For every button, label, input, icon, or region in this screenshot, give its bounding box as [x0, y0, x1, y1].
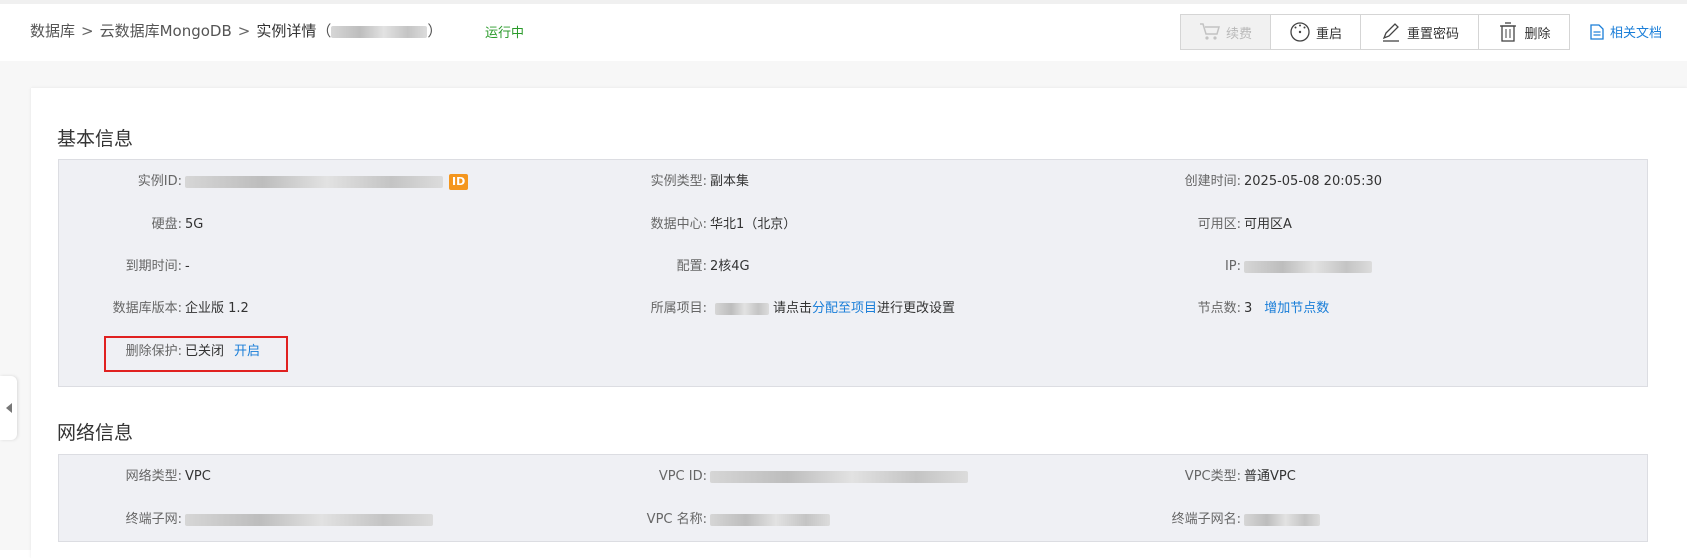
delete-button[interactable]: 删除 — [1479, 15, 1569, 49]
renew-label: 续费 — [1225, 26, 1252, 42]
info-row: 硬盘: 5G 数据中心: 华北1（北京） 可用区: 可用区A — [59, 215, 1647, 235]
caret-left-icon — [5, 403, 12, 413]
basic-info-panel: 实例ID: ID 实例类型: 副本集 创建时间: 2025-05-08 20:0… — [58, 159, 1648, 387]
subnet-name-redacted — [1244, 514, 1320, 526]
renew-button[interactable]: 续费 — [1181, 15, 1271, 49]
info-row: 终端子网: VPC 名称: 终端子网名: — [59, 510, 1647, 530]
breadcrumb-paren-open: （ — [316, 22, 332, 40]
info-row: 网络类型: VPC VPC ID: VPC类型: 普通VPC — [59, 467, 1647, 487]
highlight-annotation-box — [104, 336, 288, 372]
basic-info-title: 基本信息 — [57, 128, 134, 150]
node-count-label: 节点数: — [1197, 301, 1241, 316]
restart-label: 重启 — [1315, 26, 1342, 42]
reset-password-label: 重置密码 — [1406, 26, 1459, 42]
breadcrumb: 数据库 > 云数据库MongoDB > 实例详情（ ） — [30, 20, 442, 41]
breadcrumb-separator: > — [81, 22, 94, 40]
restart-button[interactable]: 重启 — [1271, 15, 1361, 49]
vpc-type-label: VPC类型: — [1184, 469, 1241, 484]
ip-value — [1244, 257, 1372, 277]
created-time-label: 创建时间: — [1184, 174, 1241, 189]
network-info-title: 网络信息 — [57, 422, 134, 444]
status-badge: 运行中 — [485, 26, 525, 41]
instance-name-redacted — [331, 25, 428, 38]
breadcrumb-paren-close: ） — [427, 22, 443, 40]
vpc-type-value: 普通VPC — [1244, 469, 1296, 484]
zone-label: 可用区: — [1197, 217, 1241, 232]
network-info-panel: 网络类型: VPC VPC ID: VPC类型: 普通VPC 终端子网: VPC… — [58, 454, 1648, 542]
breadcrumb-separator: > — [237, 22, 251, 40]
ip-redacted — [1244, 261, 1372, 273]
zone-value: 可用区A — [1244, 217, 1292, 232]
info-row: 到期时间: - 配置: 2核4G IP: — [59, 257, 1647, 277]
trash-icon — [1500, 22, 1517, 42]
subnet-name-value — [1244, 510, 1320, 530]
breadcrumb-mongodb[interactable]: 云数据库MongoDB — [100, 22, 232, 40]
breadcrumb-database[interactable]: 数据库 — [30, 22, 75, 40]
document-icon — [1590, 23, 1604, 40]
info-row: 数据库版本: 企业版 1.2 所属项目: 请点击 分配至项目 进行更改设置 节点数:… — [59, 299, 1647, 319]
top-strip — [0, 0, 1687, 4]
subnet-name-label: 终端子网名: — [1171, 512, 1241, 527]
action-toolbar: 续费 重启 重置密码 删除 — [1180, 14, 1570, 50]
add-nodes-link[interactable]: 增加节点数 — [1264, 299, 1329, 319]
cart-icon — [1199, 23, 1220, 40]
docs-label: 相关文档 — [1610, 26, 1663, 41]
docs-link[interactable]: 相关文档 — [1590, 22, 1662, 41]
info-row: 实例ID: ID 实例类型: 副本集 创建时间: 2025-05-08 20:0… — [59, 172, 1647, 192]
delete-label: 删除 — [1524, 26, 1551, 42]
created-time-value: 2025-05-08 20:05:30 — [1244, 174, 1383, 189]
node-count-value: 3 增加节点数 — [1244, 299, 1329, 319]
ip-label: IP: — [1224, 259, 1241, 274]
info-row: 删除保护: 已关闭 开启 — [59, 342, 1647, 362]
pencil-icon — [1382, 23, 1399, 42]
sidebar-toggle[interactable] — [0, 376, 17, 440]
node-count: 3 — [1244, 301, 1253, 316]
breadcrumb-instance-detail: 实例详情 — [256, 22, 317, 40]
restart-icon — [1290, 22, 1310, 42]
reset-password-button[interactable]: 重置密码 — [1361, 15, 1479, 49]
